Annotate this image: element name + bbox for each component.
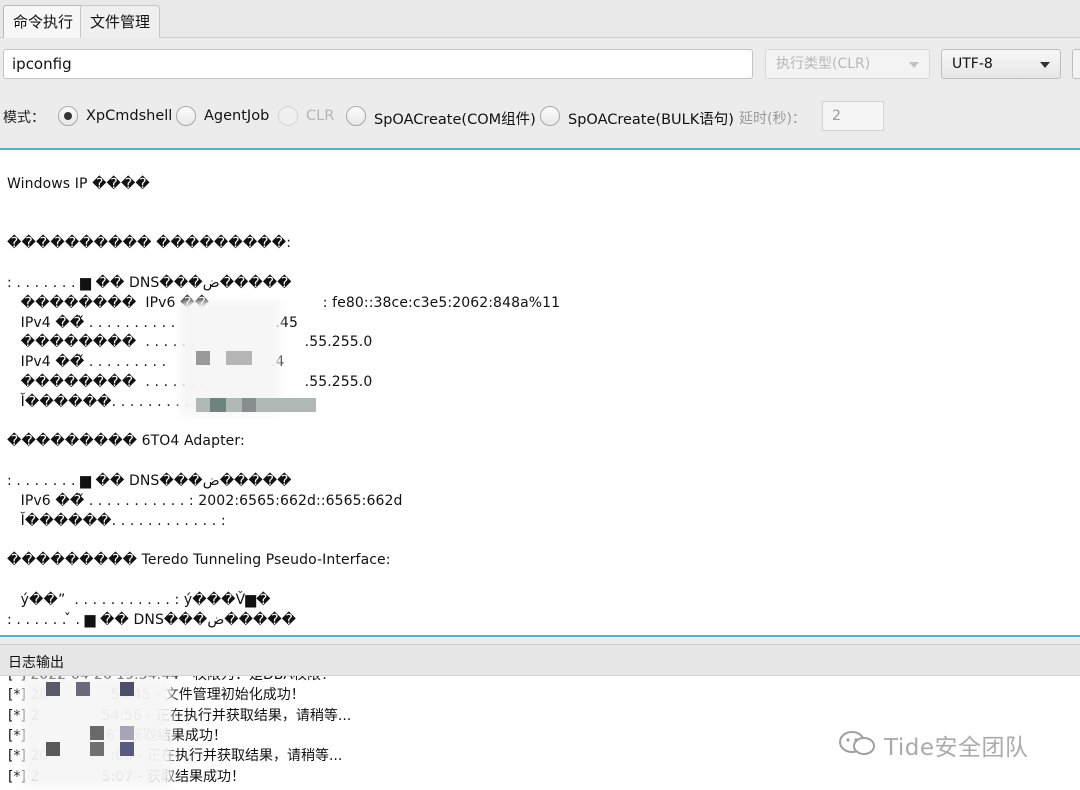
output-line: Windows IP ����	[7, 176, 150, 192]
redaction-pixel	[46, 742, 60, 756]
redaction-pixel	[210, 398, 226, 412]
redaction-pixel	[76, 682, 90, 696]
redaction-pixel	[90, 742, 104, 756]
redaction-pixel	[120, 726, 134, 740]
watermark-text: Tide安全团队	[884, 735, 1029, 761]
tab-command-exec[interactable]: 命令执行	[3, 5, 84, 38]
radio-label-spoacreate-com: SpOACreate(COM组件)	[374, 112, 536, 128]
redaction-pixel	[120, 742, 134, 756]
radio-spoacreate-bulk[interactable]	[540, 106, 560, 126]
radio-clr	[278, 106, 298, 126]
output-line: IPv6 ��̌ . . . . . . . . . . . : 2002:65…	[7, 492, 403, 509]
redaction-pixel	[120, 682, 134, 696]
output-line: ý��” . . . . . . . . . . . : ý���V̌▆�	[7, 591, 271, 608]
radio-label-agentjob: AgentJob	[204, 108, 270, 124]
log-title: 日志输出	[8, 655, 64, 671]
encoding-value: UTF-8	[952, 56, 993, 72]
redaction-pixel	[90, 726, 104, 740]
mode-label: 模式：	[3, 110, 45, 126]
output-line: : . . . . . . ̌ . ▆ �� DNS���ض�����	[7, 611, 297, 628]
delay-input: 2	[822, 101, 884, 131]
chevron-down-icon	[1040, 62, 1050, 68]
encoding-select[interactable]: UTF-8	[941, 49, 1061, 79]
redaction-pixel	[226, 351, 252, 365]
radio-label-spoacreate-bulk: SpOACreate(BULK语句)	[568, 112, 734, 128]
output-line: ��������� 6TO4 Adapter:	[7, 433, 245, 450]
output-line: : . . . . . . . ▆ �� DNS���ض�����	[7, 275, 292, 291]
delay-label: 延时(秒)：	[739, 111, 806, 127]
radio-agentjob[interactable]	[176, 106, 196, 126]
execute-button[interactable]	[1072, 49, 1080, 79]
toolbar: ipconfig 执行类型(CLR) UTF-8 模式： XpCmdshell …	[0, 38, 1080, 148]
exec-type-select: 执行类型(CLR)	[765, 49, 930, 79]
output-line: ���������� ���������:	[7, 235, 292, 252]
command-input[interactable]: ipconfig	[3, 49, 753, 79]
exec-type-label: 执行类型(CLR)	[776, 56, 871, 72]
command-output[interactable]: Windows IP �������������� ���������:: . …	[0, 148, 1080, 637]
radio-label-clr: CLR	[306, 108, 335, 124]
chevron-down-icon	[909, 62, 919, 68]
wechat-icon	[839, 731, 875, 755]
output-line: �������� IPv6 �� : fe80::38ce:c3e5:2062:…	[7, 294, 561, 311]
tab-file-manager[interactable]: 文件管理	[80, 5, 161, 38]
radio-spoacreate-com[interactable]	[346, 106, 366, 126]
output-line: : . . . . . . . ▆ �� DNS���ض�����	[7, 473, 292, 489]
redaction-pixel	[196, 351, 210, 365]
log-header: 日志输出	[0, 644, 1080, 676]
output-line: Ĭ������. . . . . . . . . . . . :	[7, 512, 226, 529]
mode-row: 模式： XpCmdshell AgentJob CLR SpOACreate(C…	[0, 100, 1080, 132]
output-line: ��������� Teredo Tunneling Pseudo-Interf…	[7, 552, 391, 569]
radio-xpcmdshell[interactable]	[58, 106, 78, 126]
redaction-pixel	[242, 398, 256, 412]
radio-label-xpcmdshell: XpCmdshell	[86, 108, 173, 124]
redaction-pixel	[46, 682, 60, 696]
tab-bar: 命令执行 文件管理	[0, 0, 1080, 38]
